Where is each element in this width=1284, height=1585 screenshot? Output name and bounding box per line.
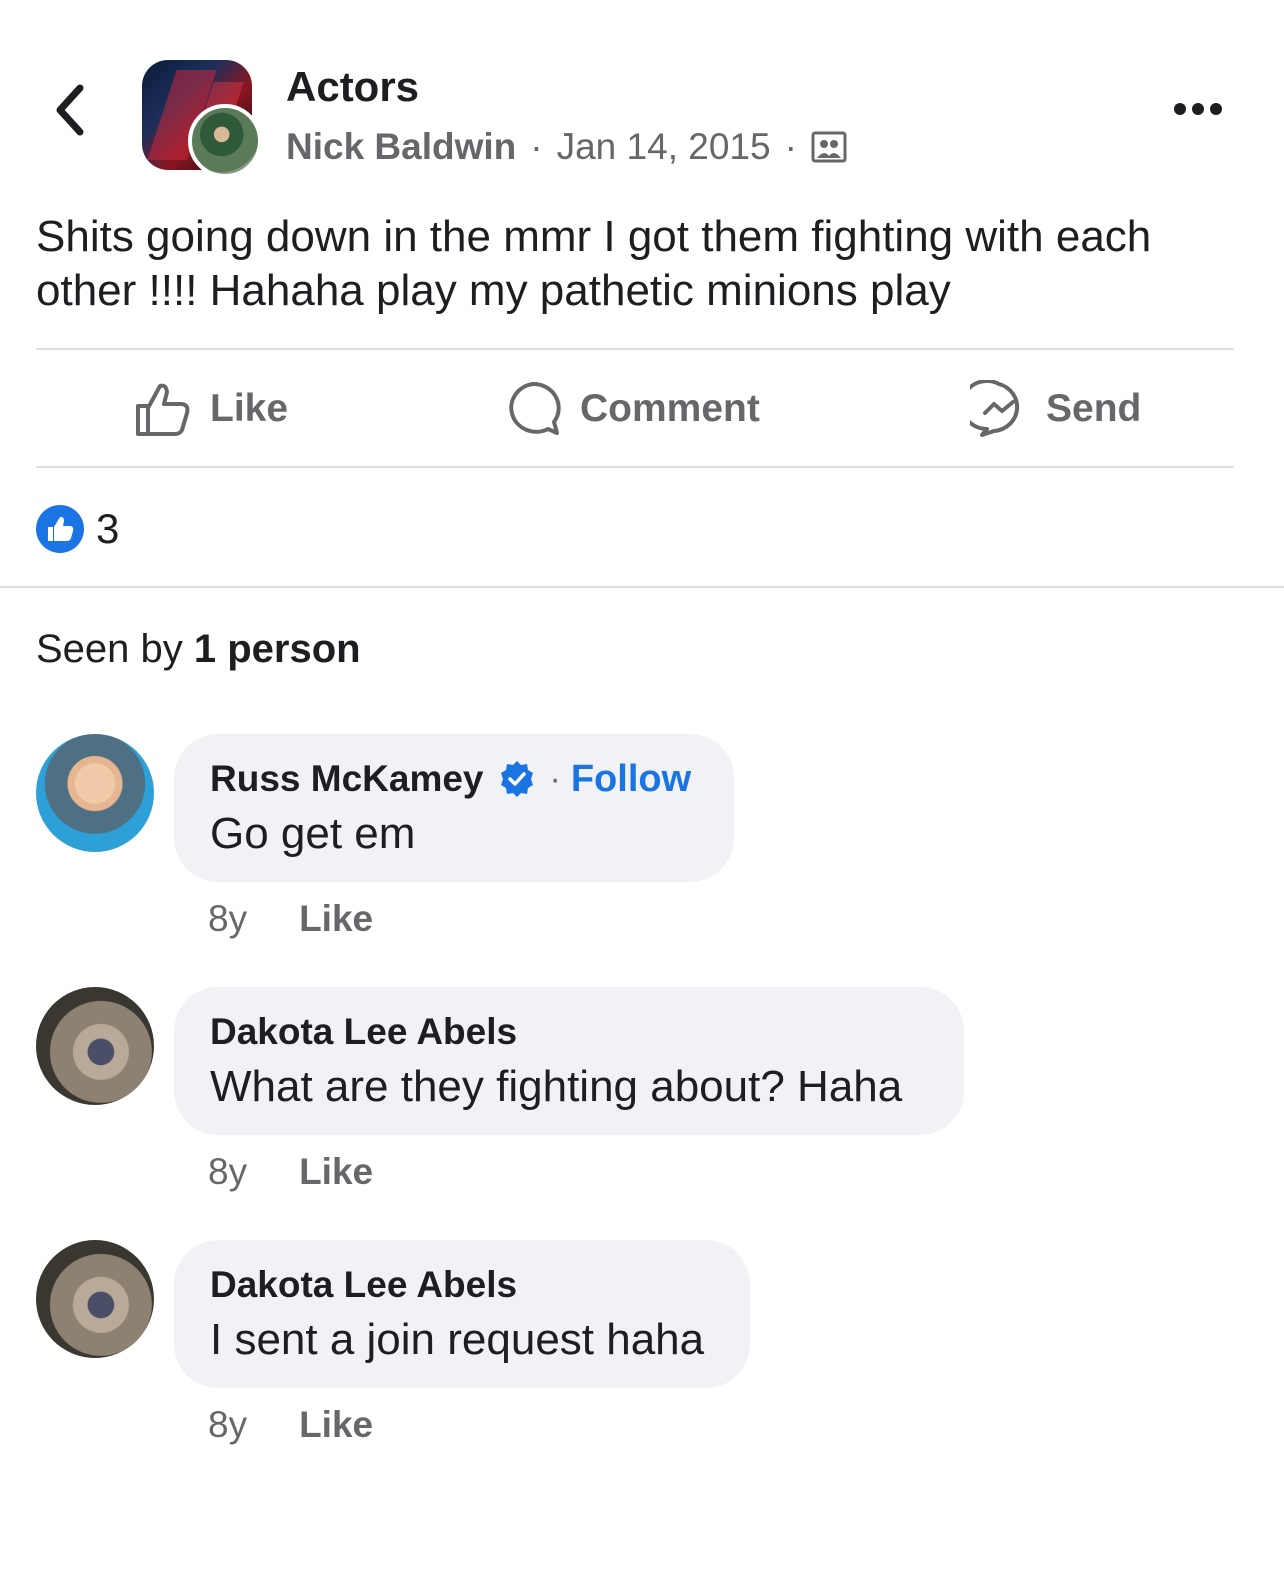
comment-text: I sent a join request haha [210, 1315, 705, 1364]
more-options-icon[interactable] [1168, 92, 1228, 126]
meta-separator: · [784, 126, 797, 167]
comment-bubble: Russ McKamey · Follow Go get em [174, 734, 734, 882]
section-divider [0, 586, 1284, 588]
seen-prefix: Seen by [36, 627, 194, 671]
author-avatar[interactable] [188, 104, 262, 178]
comment-time[interactable]: 8y [208, 1149, 247, 1195]
post-meta: Nick Baldwin · Jan 14, 2015 · [286, 124, 847, 170]
seen-by[interactable]: Seen by 1 person [36, 624, 361, 674]
follow-button[interactable]: Follow [571, 758, 691, 801]
comment-meta: 8y Like [208, 1402, 373, 1448]
commenter-avatar[interactable] [36, 1240, 154, 1358]
commenter-avatar[interactable] [36, 734, 154, 852]
comment-meta: 8y Like [208, 1149, 373, 1195]
commenter-name[interactable]: Russ McKamey [210, 756, 484, 802]
like-button[interactable]: Like [134, 374, 288, 444]
commenter-avatar[interactable] [36, 987, 154, 1105]
divider [36, 466, 1234, 468]
comment-bubble: Dakota Lee Abels What are they fighting … [174, 987, 964, 1135]
verified-badge-icon [500, 761, 533, 797]
author-name[interactable]: Nick Baldwin [286, 124, 516, 170]
meta-separator: · [530, 126, 543, 167]
messenger-icon [970, 380, 1020, 437]
name-separator: · [549, 759, 561, 798]
comment-text: What are they fighting about? Haha [210, 1062, 903, 1111]
comment-button[interactable]: Comment [504, 374, 760, 444]
group-name[interactable]: Actors [286, 62, 419, 112]
reaction-count[interactable]: 3 [96, 504, 119, 554]
comment-like-button[interactable]: Like [299, 1402, 373, 1448]
thumbs-up-icon [136, 383, 190, 436]
seen-count: 1 person [193, 627, 361, 671]
comment-text: Go get em [210, 809, 416, 858]
comment-like-button[interactable]: Like [299, 896, 373, 942]
comment-label: Comment [580, 387, 760, 430]
commenter-name[interactable]: Dakota Lee Abels [210, 1009, 517, 1055]
send-label: Send [1046, 387, 1142, 430]
comment-bubble-icon [509, 381, 561, 435]
back-arrow-icon[interactable] [48, 80, 92, 140]
comment-bubble: Dakota Lee Abels I sent a join request h… [174, 1240, 750, 1388]
comment-time[interactable]: 8y [208, 1402, 247, 1448]
commenter-name[interactable]: Dakota Lee Abels [210, 1262, 517, 1308]
group-audience-icon [811, 131, 847, 163]
like-label: Like [210, 387, 289, 430]
divider [36, 348, 1234, 350]
comment-like-button[interactable]: Like [299, 1149, 373, 1195]
send-button[interactable]: Send [970, 374, 1141, 444]
post-text: Shits going down in the mmr I got them f… [36, 212, 1152, 315]
comment-meta: 8y Like [208, 896, 373, 942]
post-date[interactable]: Jan 14, 2015 [557, 124, 771, 170]
comment-time[interactable]: 8y [208, 896, 247, 942]
like-reaction-icon[interactable] [36, 505, 84, 553]
